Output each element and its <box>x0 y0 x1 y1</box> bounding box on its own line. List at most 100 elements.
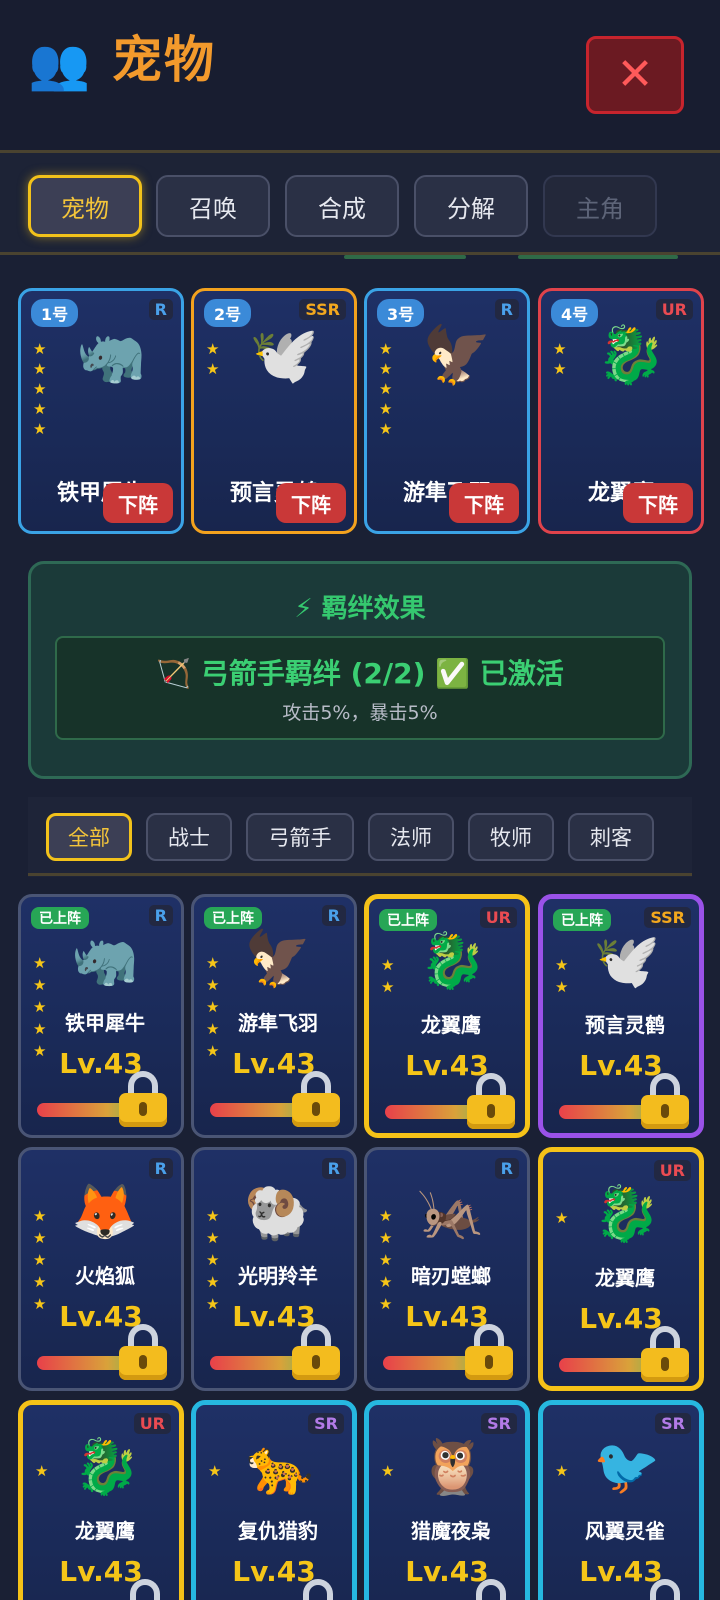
star-icon: ★ <box>379 380 393 398</box>
team-slot[interactable]: 4号 UR ★ ★ 🐉 龙翼鹰 下阵 <box>538 288 704 534</box>
star-icon: ★ <box>555 1209 569 1227</box>
tab-decompose[interactable]: 分解 <box>414 175 528 237</box>
bond-title: ⚡ 羁绊效果 <box>294 594 426 624</box>
star-icon: ★ <box>379 1229 393 1247</box>
star-rating: ★ ★ <box>553 341 566 377</box>
pet-card[interactable]: 已上阵 R ★ ★ ★ ★ ★ 🦅 游隼飞羽 Lv.43 <box>191 894 357 1138</box>
star-icon: ★ <box>555 1462 569 1480</box>
pet-portrait: 🦗 <box>417 1180 485 1243</box>
pet-card[interactable]: SR ★ 🐦 风翼灵雀 Lv.43 <box>538 1400 704 1600</box>
filter-archer[interactable]: 弓箭手 <box>246 813 354 861</box>
filter-assassin[interactable]: 刺客 <box>568 813 654 861</box>
pet-portrait: 🦏 <box>71 927 139 990</box>
unequip-button[interactable]: 下阵 <box>276 483 346 523</box>
pet-name: 铁甲犀牛 <box>65 1011 145 1035</box>
lock-icon[interactable] <box>465 1073 517 1129</box>
star-icon: ★ <box>208 1462 222 1480</box>
unequip-button[interactable]: 下阵 <box>449 483 519 523</box>
pet-portrait: 🐉 <box>596 323 666 388</box>
lock-icon[interactable] <box>292 1579 344 1600</box>
unequip-button[interactable]: 下阵 <box>103 483 173 523</box>
star-icon: ★ <box>381 1462 395 1480</box>
rarity-badge: R <box>148 299 173 320</box>
pet-card[interactable]: R ★ ★ ★ ★ ★ 🦗 暗刃螳螂 Lv.43 <box>364 1147 530 1391</box>
star-rating: ★ <box>555 1463 568 1479</box>
lock-shackle <box>650 1579 680 1600</box>
pet-portrait: 🦊 <box>71 1180 139 1243</box>
team-slot[interactable]: 2号 SSR ★ ★ 🕊️ 预言灵鹤 下阵 <box>191 288 357 534</box>
rarity-badge: R <box>321 905 346 926</box>
star-icon: ★ <box>33 400 47 418</box>
pet-card[interactable]: R ★ ★ ★ ★ ★ 🦊 火焰狐 Lv.43 <box>18 1147 184 1391</box>
unequip-button[interactable]: 下阵 <box>623 483 693 523</box>
lock-icon[interactable] <box>639 1579 691 1600</box>
lock-shackle <box>476 1579 506 1600</box>
lock-icon[interactable] <box>290 1324 342 1380</box>
star-icon: ★ <box>33 380 47 398</box>
team-slot[interactable]: 3号 R ★ ★ ★ ★ ★ 🦅 游隼飞羽 下阵 <box>364 288 530 534</box>
lock-icon[interactable] <box>117 1071 169 1127</box>
page-title: 宠物 <box>112 31 216 89</box>
lock-icon[interactable] <box>290 1071 342 1127</box>
pet-card[interactable]: UR ★ 🐉 龙翼鹰 Lv.43 <box>18 1400 184 1600</box>
pet-name: 龙翼鹰 <box>421 1013 481 1037</box>
star-icon: ★ <box>33 420 47 438</box>
team-slot[interactable]: 1号 R ★ ★ ★ ★ ★ 🦏 铁甲犀牛 下阵 <box>18 288 184 534</box>
filter-priest[interactable]: 牧师 <box>468 813 554 861</box>
rarity-badge: R <box>494 299 519 320</box>
filter-warrior[interactable]: 战士 <box>146 813 232 861</box>
pet-card[interactable]: R ★ ★ ★ ★ ★ 🐏 光明羚羊 Lv.43 <box>191 1147 357 1391</box>
star-icon: ★ <box>206 360 220 378</box>
lock-body <box>641 1348 689 1382</box>
divider-glow <box>344 255 466 259</box>
star-icon: ★ <box>379 400 393 418</box>
star-icon: ★ <box>555 956 569 974</box>
rarity-badge: UR <box>655 299 693 320</box>
pet-portrait: 🐉 <box>593 1182 661 1245</box>
class-filter-bar: 全部 战士 弓箭手 法师 牧师 刺客 <box>28 797 692 877</box>
pet-name: 猎魔夜枭 <box>411 1519 491 1543</box>
star-rating: ★ ★ <box>381 957 394 995</box>
star-icon: ★ <box>33 360 47 378</box>
star-icon: ★ <box>206 1229 220 1247</box>
lock-body <box>465 1346 513 1380</box>
lock-icon[interactable] <box>465 1579 517 1600</box>
close-icon: ✕ <box>616 49 654 100</box>
pet-portrait: 🐏 <box>244 1180 312 1243</box>
pet-name: 火焰狐 <box>75 1264 135 1288</box>
lock-icon[interactable] <box>119 1579 171 1600</box>
pet-card[interactable]: 已上阵 UR ★ ★ 🐉 龙翼鹰 Lv.43 <box>364 894 530 1138</box>
pet-name: 预言灵鹤 <box>585 1013 665 1037</box>
star-rating: ★ ★ <box>206 341 219 377</box>
close-button[interactable]: ✕ <box>586 36 684 114</box>
filter-mage[interactable]: 法师 <box>368 813 454 861</box>
lock-body <box>292 1093 340 1127</box>
pet-card[interactable]: 已上阵 SSR ★ ★ 🕊️ 预言灵鹤 Lv.43 <box>538 894 704 1138</box>
lock-icon[interactable] <box>639 1073 691 1129</box>
pet-portrait: 🕊️ <box>249 323 319 388</box>
pet-name: 风翼灵雀 <box>585 1519 665 1543</box>
star-icon: ★ <box>33 340 47 358</box>
star-rating: ★ <box>208 1463 221 1479</box>
pet-card[interactable]: 已上阵 R ★ ★ ★ ★ ★ 🦏 铁甲犀牛 Lv.43 <box>18 894 184 1138</box>
lock-icon[interactable] <box>639 1326 691 1382</box>
tab-hero: 主角 <box>543 175 657 237</box>
filter-all[interactable]: 全部 <box>46 813 132 861</box>
pet-portrait: 🐉 <box>419 929 487 992</box>
lock-icon[interactable] <box>463 1324 515 1380</box>
pet-card[interactable]: UR ★ 🐉 龙翼鹰 Lv.43 <box>538 1147 704 1391</box>
tab-summon[interactable]: 召唤 <box>156 175 270 237</box>
lock-icon[interactable] <box>117 1324 169 1380</box>
rarity-badge: R <box>494 1158 519 1179</box>
pet-card[interactable]: SR ★ 🦉 猎魔夜枭 Lv.43 <box>364 1400 530 1600</box>
pet-card[interactable]: SR ★ 🐆 复仇猎豹 Lv.43 <box>191 1400 357 1600</box>
tab-pets[interactable]: 宠物 <box>28 175 142 237</box>
tab-synthesize[interactable]: 合成 <box>285 175 399 237</box>
star-rating: ★ <box>381 1463 394 1479</box>
keyhole <box>312 1102 320 1116</box>
star-icon: ★ <box>379 360 393 378</box>
star-icon: ★ <box>553 340 567 358</box>
pet-portrait: 🦏 <box>76 323 146 388</box>
bond-name: 🏹 弓箭手羁绊 (2/2) ✅ 已激活 <box>156 657 564 690</box>
star-icon: ★ <box>33 976 47 994</box>
